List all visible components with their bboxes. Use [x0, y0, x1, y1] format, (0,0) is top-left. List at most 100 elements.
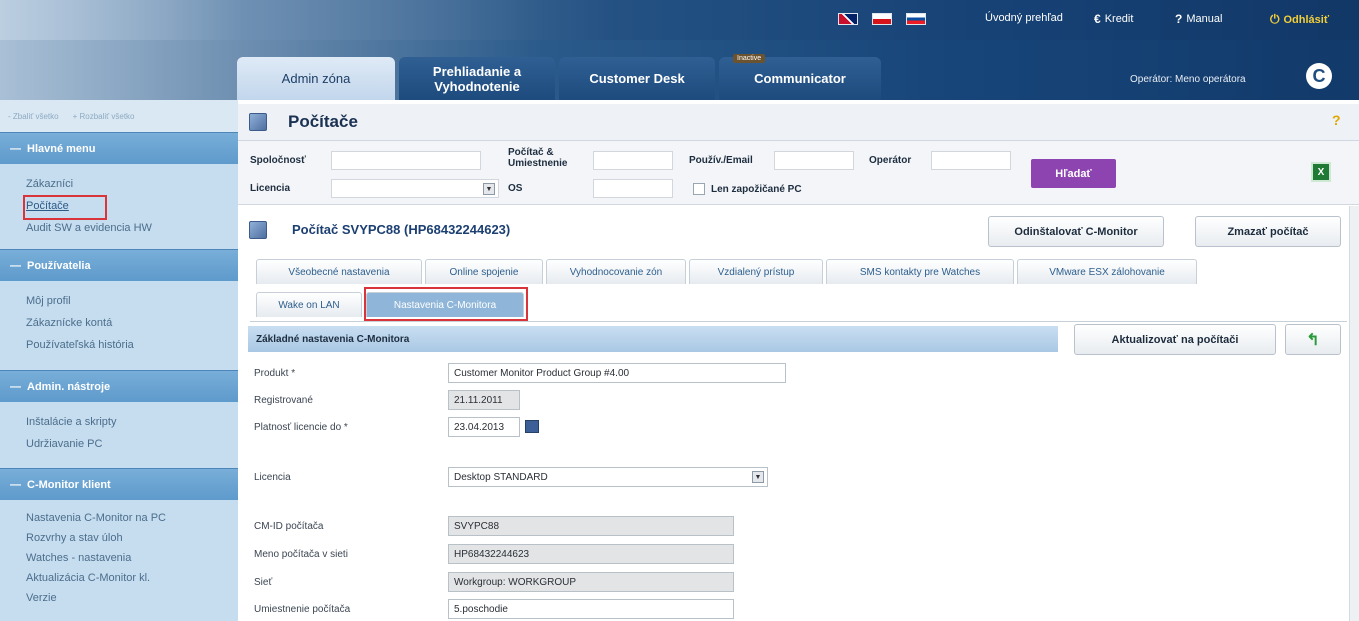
- sidebar-item-installations[interactable]: Inštalácie a skripty: [26, 416, 116, 428]
- sidebar-item-customer-accounts[interactable]: Zákaznícke kontá: [26, 317, 112, 329]
- license-valid-label: Platnosť licencie do *: [254, 422, 348, 433]
- product-field[interactable]: Customer Monitor Product Group #4.00: [448, 363, 786, 383]
- tab-browse-evaluate[interactable]: Prehliadanie a Vyhodnotenie: [399, 57, 555, 100]
- sidebar-item-audit[interactable]: Audit SW a evidencia HW: [26, 222, 152, 234]
- help-icon[interactable]: ?: [1332, 112, 1341, 128]
- company-input[interactable]: [331, 151, 481, 170]
- license-dropdown[interactable]: Desktop STANDARD ▼: [448, 467, 768, 487]
- tab-admin-zone[interactable]: Admin zóna: [237, 57, 395, 100]
- computer-input[interactable]: [593, 151, 673, 170]
- user-email-label: Použív./Email: [689, 155, 753, 166]
- netname-label: Meno počítača v sieti: [254, 549, 348, 560]
- scrollbar[interactable]: [1349, 206, 1359, 621]
- manual-link[interactable]: ? Manual: [1175, 12, 1222, 26]
- tab-communicator-label: Communicator: [754, 71, 846, 86]
- tab-online-connection[interactable]: Online spojenie: [425, 259, 543, 284]
- tab-zone-evaluation[interactable]: Vyhodnocovanie zón: [546, 259, 686, 284]
- license-dropdown-value: Desktop STANDARD: [454, 471, 548, 483]
- sidebar-item-customers[interactable]: Zákazníci: [26, 178, 73, 190]
- sidebar-section-title: Hlavné menu: [27, 142, 96, 155]
- credit-link-label: Kredit: [1104, 13, 1134, 25]
- question-icon: ?: [1175, 12, 1183, 26]
- credit-link[interactable]: € Kredit: [1094, 12, 1133, 26]
- search-button[interactable]: Hľadať: [1031, 159, 1116, 188]
- sidebar-section-cmonitor-client[interactable]: — C-Monitor klient: [0, 468, 238, 500]
- license-valid-field[interactable]: 23.04.2013: [448, 417, 520, 437]
- cz-flag-icon[interactable]: [872, 13, 892, 25]
- sidebar-item-cmonitor-update[interactable]: Aktualizácia C-Monitor kl.: [26, 572, 150, 584]
- tab-wake-on-lan[interactable]: Wake on LAN: [256, 292, 362, 317]
- operator-label: Operátor: Meno operátora: [1130, 74, 1246, 85]
- calendar-icon[interactable]: [525, 420, 539, 433]
- sidebar-item-pc-maintenance[interactable]: Udržiavanie PC: [26, 438, 102, 450]
- tab-communicator[interactable]: Communicator: [719, 57, 881, 100]
- sidebar-section-admin-tools[interactable]: — Admin. nástroje: [0, 370, 238, 402]
- tab-remote-access[interactable]: Vzdialený prístup: [689, 259, 823, 284]
- sidebar-item-my-profile[interactable]: Môj profil: [26, 295, 71, 307]
- computer-icon: [249, 221, 267, 239]
- sidebar-section-title: Admin. nástroje: [27, 380, 111, 393]
- delete-computer-button[interactable]: Zmazať počítač: [1195, 216, 1341, 247]
- sk-flag-icon[interactable]: [906, 13, 926, 25]
- sidebar-section-title: C-Monitor klient: [27, 478, 111, 491]
- sidebar-section-main-menu[interactable]: — Hlavné menu: [0, 132, 238, 164]
- computer-title: Počítač SVYPC88 (HP68432244623): [292, 222, 511, 237]
- user-email-input[interactable]: [774, 151, 854, 170]
- tab-general-settings[interactable]: Všeobecné nastavenia: [256, 259, 422, 284]
- selection-highlight: [23, 195, 107, 220]
- logout-link-label: Odhlásiť: [1283, 13, 1330, 26]
- page-header: [238, 104, 1359, 141]
- network-label: Sieť: [254, 577, 273, 588]
- sidebar-item-watches[interactable]: Watches - nastavenia: [26, 552, 131, 564]
- tab-customer-desk-label: Customer Desk: [589, 71, 685, 86]
- netname-field: HP68432244623: [448, 544, 734, 564]
- loaned-pc-checkbox[interactable]: [693, 183, 705, 195]
- euro-icon: €: [1094, 12, 1101, 26]
- computer-label: Počítač & Umiestnenie: [508, 147, 568, 169]
- update-on-computer-button[interactable]: Aktualizovať na počítači: [1074, 324, 1276, 355]
- location-field[interactable]: 5.poschodie: [448, 599, 734, 619]
- cmid-label: CM-ID počítača: [254, 521, 324, 532]
- sidebar-item-user-history[interactable]: Používateľská história: [26, 339, 134, 351]
- sidebar-item-cmonitor-settings[interactable]: Nastavenia C-Monitor na PC: [26, 512, 166, 524]
- app-logo[interactable]: C: [1306, 63, 1332, 89]
- excel-icon[interactable]: X: [1311, 162, 1331, 182]
- tab-admin-zone-label: Admin zóna: [281, 71, 351, 86]
- sidebar-item-schedules[interactable]: Rozvrhy a stav úloh: [26, 532, 123, 544]
- uk-flag-icon[interactable]: [838, 13, 858, 25]
- tab-customer-desk[interactable]: Customer Desk: [559, 57, 715, 100]
- tab-sms-contacts[interactable]: SMS kontakty pre Watches: [826, 259, 1014, 284]
- sidebar-section-users[interactable]: — Používatelia: [0, 249, 238, 281]
- chevron-down-icon: ▼: [483, 183, 495, 195]
- tab-browse-evaluate-label: Prehliadanie a Vyhodnotenie: [432, 63, 522, 94]
- logout-link[interactable]: ⏻ Odhlásiť: [1270, 12, 1329, 27]
- computer-icon: [249, 113, 267, 131]
- overview-link-label: Úvodný prehľad: [985, 12, 1063, 24]
- registered-label: Registrované: [254, 395, 313, 406]
- license-filter-label: Licencia: [250, 183, 291, 194]
- app-window: Úvodný prehľad € Kredit ? Manual ⏻ Odhlásiť…: [0, 0, 1359, 621]
- expand-all-label: Rozbaliť všetko: [79, 111, 135, 121]
- os-label: OS: [508, 183, 523, 194]
- overview-link[interactable]: Úvodný prehľad: [985, 12, 1063, 24]
- expand-all-link[interactable]: + Rozbaliť všetko: [73, 112, 135, 121]
- inactive-badge: Inactive: [733, 54, 766, 63]
- os-input[interactable]: [593, 179, 673, 198]
- collapse-all-link[interactable]: - Zbaliť všetko: [8, 112, 59, 121]
- collapse-all-label: Zbaliť všetko: [12, 111, 59, 121]
- sidebar-item-versions[interactable]: Verzie: [26, 592, 57, 604]
- registered-field: 21.11.2011: [448, 390, 520, 410]
- top-strip: [0, 0, 1359, 40]
- power-icon: ⏻: [1270, 12, 1280, 26]
- uninstall-cmonitor-button[interactable]: Odinštalovať C-Monitor: [988, 216, 1164, 247]
- sidebar-controls: - Zbaliť všetko + Rozbaliť všetko: [0, 100, 238, 132]
- license-select[interactable]: ▼: [331, 179, 499, 198]
- product-label: Produkt *: [254, 368, 296, 379]
- sidebar-section-title: Používatelia: [27, 259, 91, 272]
- tab-vmware-backup[interactable]: VMware ESX zálohovanie: [1017, 259, 1197, 284]
- operator-input[interactable]: [931, 151, 1011, 170]
- section-title: Základné nastavenia C-Monitora: [248, 326, 1058, 352]
- location-label: Umiestnenie počítača: [254, 604, 351, 615]
- back-arrow-icon[interactable]: ↰: [1285, 324, 1341, 355]
- company-label: Spoločnosť: [250, 155, 306, 166]
